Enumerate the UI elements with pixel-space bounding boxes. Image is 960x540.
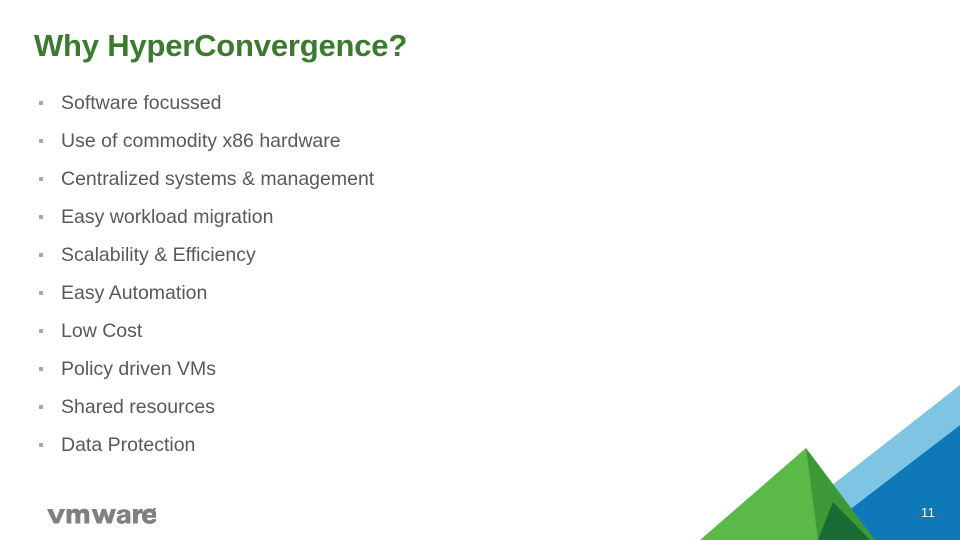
list-item: Policy driven VMs (34, 350, 794, 388)
square-bullet-icon (39, 253, 43, 257)
square-bullet-icon (39, 139, 43, 143)
square-bullet-icon (39, 177, 43, 181)
square-bullet-icon (39, 329, 43, 333)
list-item-label: Policy driven VMs (61, 358, 216, 380)
list-item: Low Cost (34, 312, 794, 350)
square-bullet-icon (39, 215, 43, 219)
list-item-label: Easy Automation (61, 282, 208, 304)
page-number: 11 (921, 505, 936, 520)
square-bullet-icon (39, 291, 43, 295)
list-item: Data Protection (34, 426, 794, 464)
square-bullet-icon (39, 405, 43, 409)
square-bullet-icon (39, 443, 43, 447)
list-item-label: Software focussed (61, 92, 222, 114)
list-item-label: Low Cost (61, 320, 143, 342)
list-item: Software focussed (34, 84, 794, 122)
list-item-label: Centralized systems & management (61, 168, 375, 190)
list-item-label: Easy workload migration (61, 206, 274, 228)
list-item-label: Shared resources (61, 396, 215, 418)
list-item-label: Data Protection (61, 434, 196, 456)
list-item: Use of commodity x86 hardware (34, 122, 794, 160)
list-item: Centralized systems & management (34, 160, 794, 198)
list-item: Shared resources (34, 388, 794, 426)
slide-canvas: Why HyperConvergence? Software focussed … (0, 0, 960, 540)
list-item: Easy workload migration (34, 198, 794, 236)
vmware-logo (46, 503, 156, 527)
page-title: Why HyperConvergence? (34, 28, 408, 63)
list-item: Scalability & Efficiency (34, 236, 794, 274)
square-bullet-icon (39, 367, 43, 371)
list-item-label: Scalability & Efficiency (61, 244, 256, 266)
square-bullet-icon (39, 101, 43, 105)
bullet-list: Software focussed Use of commodity x86 h… (34, 84, 794, 464)
list-item: Easy Automation (34, 274, 794, 312)
list-item-label: Use of commodity x86 hardware (61, 130, 341, 152)
